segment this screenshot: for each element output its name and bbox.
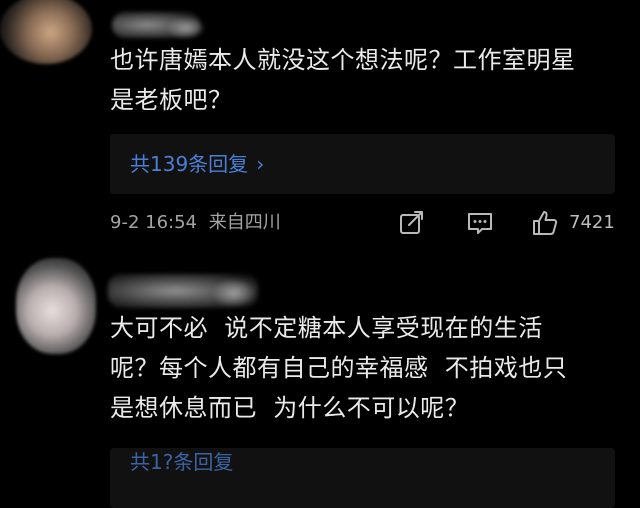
location: 来自四川 <box>208 212 281 233</box>
comment-icon[interactable] <box>465 208 495 238</box>
avatar[interactable] <box>16 258 96 354</box>
thumbs-up-icon[interactable] <box>530 208 560 238</box>
share-icon[interactable] <box>396 208 426 238</box>
timestamp: 9-2 16:54 <box>110 212 197 233</box>
username-blurred-part <box>214 280 254 306</box>
comment-text-line: 是老板吧？ <box>110 86 233 114</box>
comment-text: 大可不必 说不定糖本人享受现在的生活 呢？每个人都有自己的幸福感 不拍戏也只 是… <box>110 308 567 428</box>
comment-meta-row: 9-2 16:54 来自四川 7421 <box>110 206 620 240</box>
replies-box[interactable]: 共139条回复 › <box>110 134 615 194</box>
avatar[interactable] <box>0 0 92 64</box>
view-replies-link[interactable]: 共1?条回复 <box>130 442 233 482</box>
comment-text-line: 是想休息而已 为什么不可以呢？ <box>110 394 470 422</box>
comment-item: 也许唐嫣本人就没这个想法呢？工作室明星 是老板吧？ 共139条回复 › 9-2 1… <box>0 0 640 250</box>
username-blurred-part <box>168 18 204 38</box>
comment-text-line: 也许唐嫣本人就没这个想法呢？工作室明星 <box>110 46 576 74</box>
comment-text: 也许唐嫣本人就没这个想法呢？工作室明星 是老板吧？ <box>110 40 576 120</box>
comment-meta: 9-2 16:54 来自四川 <box>110 206 281 240</box>
replies-count-label: 共1?条回复 <box>130 450 234 474</box>
view-replies-link[interactable]: 共139条回复 › <box>130 134 264 194</box>
chevron-right-icon: › <box>256 152 265 176</box>
comment-text-line: 大可不必 说不定糖本人享受现在的生活 <box>110 314 543 342</box>
replies-count-label: 共139条回复 <box>130 152 249 176</box>
comment-item: 大可不必 说不定糖本人享受现在的生活 呢？每个人都有自己的幸福感 不拍戏也只 是… <box>0 250 640 508</box>
like-count: 7421 <box>569 212 615 233</box>
replies-box[interactable]: 共1?条回复 <box>110 448 615 508</box>
comment-text-line: 呢？每个人都有自己的幸福感 不拍戏也只 <box>110 354 568 382</box>
